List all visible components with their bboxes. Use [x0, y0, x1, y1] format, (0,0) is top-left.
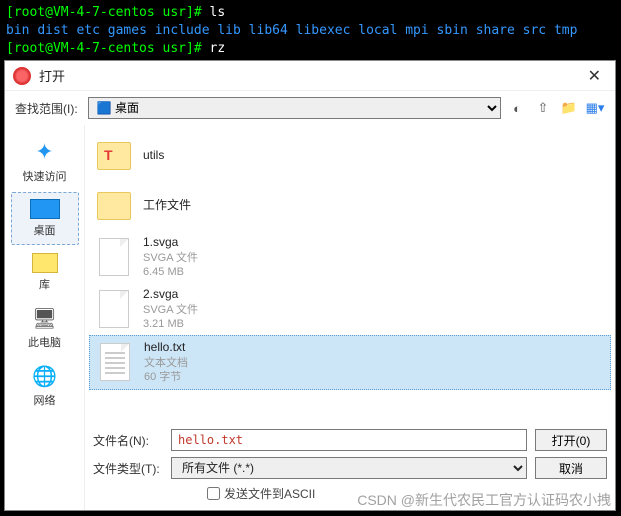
file-name: 1.svga: [143, 235, 198, 251]
close-button[interactable]: ✕: [582, 64, 607, 88]
file-type: SVGA 文件: [143, 251, 198, 265]
places-sidebar: ✦ 快速访问 桌面 库 🖥 此电脑 🌐 网络: [5, 125, 85, 510]
terminal: [root@VM-4-7-centos usr]# ls bin dist et…: [0, 0, 621, 63]
file-name: hello.txt: [144, 340, 188, 356]
up-icon[interactable]: ⇧: [533, 98, 553, 118]
place-desktop[interactable]: 桌面: [11, 192, 79, 245]
file-list[interactable]: utils 工作文件 1.svga SVGA 文件 6.45 MB 2.svga…: [85, 125, 615, 425]
file-name: 工作文件: [143, 198, 191, 214]
folder-icon: [97, 142, 131, 170]
bottom-panel: 文件名(N): 打开(0) 文件类型(T): 所有文件 (*.*) 取消 发送文…: [85, 425, 615, 510]
cmd: rz: [210, 41, 226, 56]
file-size: 60 字节: [144, 370, 188, 384]
library-icon: [32, 253, 58, 273]
open-button[interactable]: 打开(0): [535, 429, 607, 451]
ascii-label: 发送文件到ASCII: [224, 485, 315, 502]
file-name: 2.svga: [143, 287, 198, 303]
file-size: 3.21 MB: [143, 317, 198, 331]
place-quick-access[interactable]: ✦ 快速访问: [11, 133, 79, 190]
lookin-row: 查找范围(I): 🟦 桌面 ◐ ⇧ 📁 ▦▾: [5, 91, 615, 125]
file-type: SVGA 文件: [143, 303, 198, 317]
monitor-icon: 🖥: [11, 306, 79, 331]
new-folder-icon[interactable]: 📁: [559, 98, 579, 118]
view-menu-icon[interactable]: ▦▾: [585, 98, 605, 118]
file-row[interactable]: 1.svga SVGA 文件 6.45 MB: [89, 231, 611, 283]
filename-label: 文件名(N):: [93, 432, 163, 449]
open-file-dialog: 打开 ✕ 查找范围(I): 🟦 桌面 ◐ ⇧ 📁 ▦▾ ✦ 快速访问 桌面 库: [4, 60, 616, 511]
back-icon[interactable]: ◐: [507, 98, 527, 118]
filetype-label: 文件类型(T):: [93, 460, 163, 477]
file-row[interactable]: 工作文件: [89, 181, 611, 231]
file-row[interactable]: hello.txt 文本文档 60 字节: [89, 335, 611, 389]
place-network[interactable]: 🌐 网络: [11, 358, 79, 414]
globe-icon: 🌐: [11, 364, 79, 389]
file-icon: [99, 290, 129, 328]
ascii-checkbox[interactable]: [207, 487, 220, 500]
filename-input[interactable]: [171, 429, 527, 451]
file-row[interactable]: 2.svga SVGA 文件 3.21 MB: [89, 283, 611, 335]
folder-icon: [97, 192, 131, 220]
file-type: 文本文档: [144, 356, 188, 370]
lookin-label: 查找范围(I):: [15, 100, 78, 117]
app-icon: [13, 67, 31, 85]
dialog-title: 打开: [39, 66, 582, 85]
place-thispc[interactable]: 🖥 此电脑: [11, 300, 79, 356]
file-row[interactable]: utils: [89, 131, 611, 181]
prompt: [root@VM-4-7-centos usr]#: [6, 5, 202, 20]
file-size: 6.45 MB: [143, 265, 198, 279]
titlebar: 打开 ✕: [5, 61, 615, 91]
lookin-select[interactable]: 🟦 桌面: [88, 97, 501, 119]
filetype-select[interactable]: 所有文件 (*.*): [171, 457, 527, 479]
prompt: [root@VM-4-7-centos usr]#: [6, 41, 202, 56]
file-icon: [99, 238, 129, 276]
cancel-button[interactable]: 取消: [535, 457, 607, 479]
file-name: utils: [143, 148, 164, 164]
text-file-icon: [100, 343, 130, 381]
cmd: ls: [210, 5, 226, 20]
place-library[interactable]: 库: [11, 247, 79, 298]
ls-output: bin dist etc games include lib lib64 lib…: [6, 22, 615, 40]
star-icon: ✦: [11, 139, 79, 165]
desktop-icon: [30, 199, 60, 219]
